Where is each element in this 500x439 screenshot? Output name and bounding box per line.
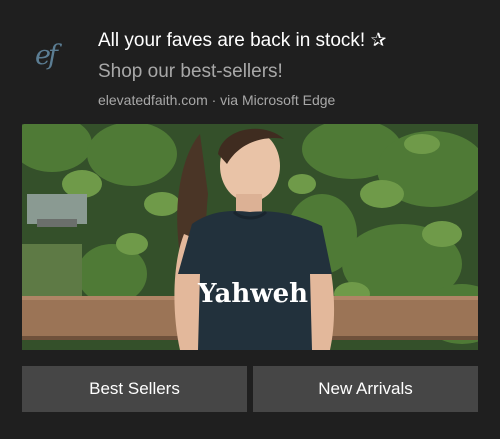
notification-header[interactable]: ef All your faves are back in stock! ✰ S… xyxy=(0,0,500,120)
notification-subtitle: Shop our best-sellers! xyxy=(98,61,283,82)
best-sellers-button[interactable]: Best Sellers xyxy=(22,366,247,412)
notification-toast[interactable]: ef All your faves are back in stock! ✰ S… xyxy=(0,0,500,439)
app-logo: ef xyxy=(35,40,58,71)
shirt-print: Yahweh xyxy=(197,279,308,309)
notification-attribution: elevatedfaith.com · via Microsoft Edge xyxy=(98,92,336,108)
new-arrivals-button[interactable]: New Arrivals xyxy=(253,366,478,412)
hero-image[interactable]: Yahweh xyxy=(22,124,478,350)
notification-title: All your faves are back in stock! ✰ xyxy=(98,30,387,51)
hero-illustration: Yahweh xyxy=(22,124,478,350)
action-buttons: Best Sellers New Arrivals xyxy=(22,366,478,412)
